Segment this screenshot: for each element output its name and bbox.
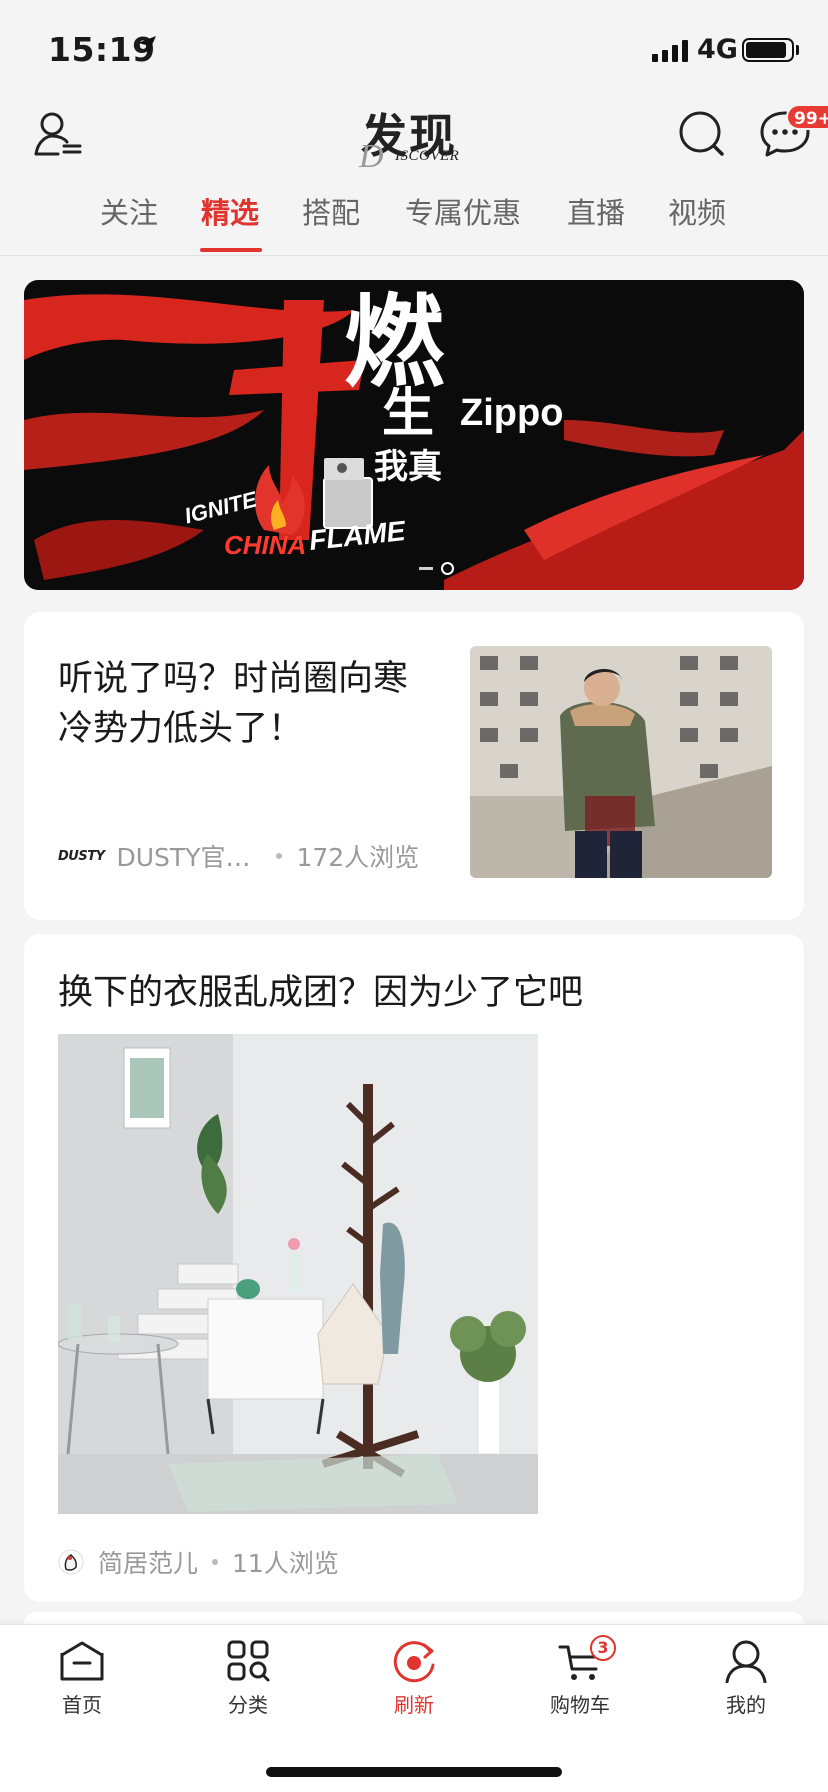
banner-pagination	[419, 562, 454, 575]
meta-separator	[276, 853, 283, 859]
nav-profile-label: 我的	[726, 1693, 766, 1717]
nav-category[interactable]: 分类	[188, 1639, 308, 1729]
tab-bar: 关注 精选 搭配 专属优惠 直播 视频	[0, 186, 828, 256]
tab-follow[interactable]: 关注	[100, 190, 158, 232]
banner-dot-2-active[interactable]	[441, 562, 454, 575]
feed-card[interactable]: 听说了吗？时尚圈向寒冷势力低头了！ DUSTY DUSTY官… 172人浏览	[24, 612, 804, 920]
page-title-sub: ISCOVER	[395, 148, 460, 164]
banner-dot-1[interactable]	[419, 567, 433, 570]
battery-tip	[796, 45, 799, 55]
tab-video[interactable]: 视频	[668, 190, 726, 232]
profile-icon	[725, 1640, 767, 1683]
banner-calligraphy: 燃	[344, 283, 444, 401]
cart-badge: 3	[590, 1635, 616, 1661]
feed-card[interactable]: 换下的衣服乱成团？因为少了它吧 简居范儿 11人浏览	[24, 934, 804, 1602]
meta-separator	[212, 1559, 219, 1565]
feed-card-image[interactable]	[58, 1034, 538, 1514]
nav-cart[interactable]: 3 购物车	[520, 1635, 640, 1729]
feed-card-title[interactable]: 换下的衣服乱成团？因为少了它吧	[58, 964, 583, 1015]
user-menu-icon[interactable]	[34, 110, 84, 160]
home-indicator	[266, 1767, 562, 1777]
category-icon	[227, 1640, 270, 1682]
nav-category-label: 分类	[228, 1693, 268, 1717]
signal-strength-icon	[652, 40, 688, 62]
tab-active-indicator	[200, 248, 262, 252]
nav-profile[interactable]: 我的	[686, 1639, 806, 1729]
home-icon	[60, 1641, 104, 1681]
search-icon[interactable]	[676, 108, 728, 160]
location-arrow-icon	[138, 36, 156, 54]
jacket-model-photo	[470, 646, 772, 878]
feed-card-thumbnail[interactable]	[470, 646, 772, 878]
message-badge: 99+	[786, 104, 828, 130]
nav-home[interactable]: 首页	[22, 1639, 142, 1729]
tab-live[interactable]: 直播	[567, 190, 625, 232]
feed-card-meta: DUSTY DUSTY官… 172人浏览	[58, 838, 419, 874]
page-title: 发现 D ISCOVER	[355, 100, 485, 175]
banner-calligraphy-3: 我真	[374, 447, 442, 487]
app-header: 发现 D ISCOVER 99+ 关注 精选 搭配 专属优惠 直播 视频	[0, 96, 828, 256]
nav-home-label: 首页	[62, 1693, 102, 1717]
nav-cart-label: 购物车	[550, 1693, 610, 1717]
feed-card-source[interactable]: DUSTY官…	[117, 838, 251, 874]
battery-icon	[742, 38, 794, 62]
nav-refresh-label: 刷新	[394, 1693, 434, 1717]
tab-featured[interactable]: 精选	[201, 190, 259, 232]
feed-card-views: 11人浏览	[232, 1549, 339, 1578]
feed-card-meta: 简居范儿 11人浏览	[58, 1544, 339, 1580]
next-feed-card-edge	[24, 1612, 804, 1624]
tab-outfits[interactable]: 搭配	[302, 190, 360, 232]
page-title-initial: D	[359, 138, 384, 175]
banner-brand-zippo: Zippo	[460, 392, 564, 434]
tab-exclusive-offers[interactable]: 专属优惠	[405, 190, 521, 232]
banner-slogan-china: CHINA	[224, 530, 307, 560]
feed-card-views: 172人浏览	[296, 843, 420, 872]
coat-rack-room-photo	[58, 1034, 538, 1514]
status-bar: 15:19 4G	[0, 0, 828, 96]
feed-card-title[interactable]: 听说了吗？时尚圈向寒冷势力低头了！	[58, 654, 418, 754]
promo-banner[interactable]: 燃 生 我真 Zippo IGNITE CHINA FLAME	[24, 280, 804, 590]
nav-refresh[interactable]: 刷新	[354, 1639, 474, 1729]
banner-calligraphy-2: 生	[382, 383, 435, 444]
source-logo: DUSTY	[58, 848, 105, 864]
refresh-icon	[393, 1641, 435, 1683]
network-type: 4G	[697, 34, 738, 65]
feed-card-source[interactable]: 简居范儿	[98, 1544, 198, 1580]
bottom-navigation: 首页 分类 刷新 3 购物车 我的	[0, 1624, 828, 1792]
author-avatar-icon[interactable]	[58, 1549, 84, 1575]
